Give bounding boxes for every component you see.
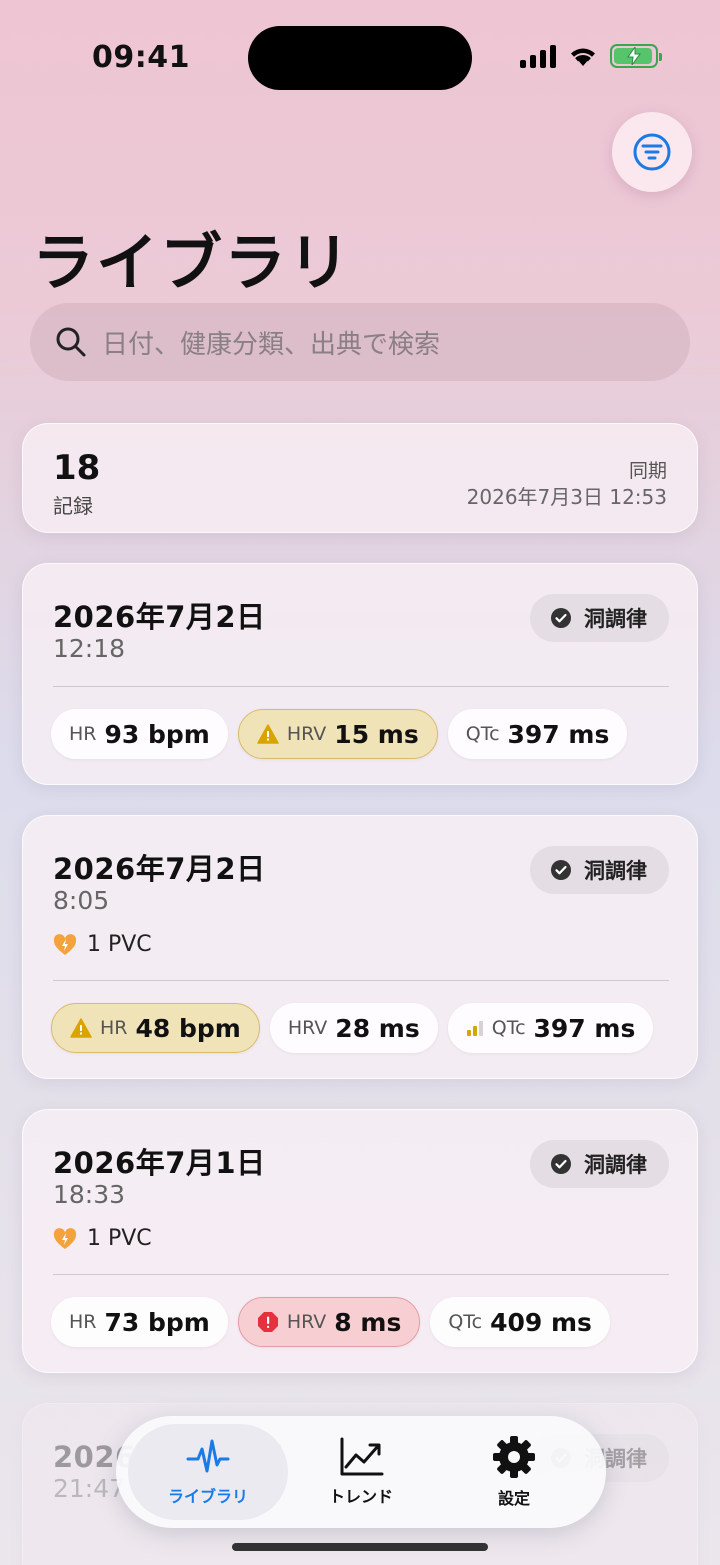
checkmark-circle-icon [551,608,571,628]
record-date: 2026年7月2日 [53,852,266,886]
wifi-icon [571,48,595,66]
chip-value: 8 ms [334,1307,402,1337]
divider [53,980,669,981]
hrv-chip: HRV 8 ms [237,1297,421,1347]
chart-line-icon [340,1437,384,1476]
metric-chips: HR 48 bpm HRV 28 ms QTc 397 ms [51,1003,654,1053]
tab-label: ライブラリ [167,1487,248,1506]
record-date: 2026年7月2日 [53,600,266,634]
chip-label: QTc [465,723,500,745]
status-time: 09:41 [92,40,190,75]
record-count: 18 [53,448,101,488]
hrv-chip: HRV 28 ms [269,1003,438,1053]
warning-triangle-icon [70,1018,92,1038]
sync-date: 2026年7月3日 12:53 [466,485,667,509]
record-time: 12:18 [53,634,126,663]
hrv-chip: HRV 15 ms [237,709,438,759]
dynamic-island [248,26,472,90]
divider [53,1274,669,1275]
summary-card: 18 記録 同期 2026年7月3日 12:53 [22,423,698,533]
status-icons [520,44,662,68]
waveform-icon [186,1439,230,1473]
search-icon [56,327,86,357]
chip-value: 28 ms [335,1013,420,1043]
record-card[interactable]: 2026年7月2日 8:05 洞調律 1 PVC HR 48 bpm HRV 2… [22,815,698,1079]
battery-charging-icon [610,44,662,68]
pvc-indicator: 1 PVC [53,1226,152,1251]
qtc-chip: QTc 397 ms [447,1003,654,1053]
metric-chips: HR 73 bpm HRV 8 ms QTc 409 ms [51,1297,610,1347]
pvc-indicator: 1 PVC [53,932,152,957]
record-time: 21:47 [53,1474,126,1503]
rhythm-label: 洞調律 [584,859,647,883]
heart-bolt-icon [53,1227,77,1249]
chip-value: 93 bpm [104,719,210,749]
chip-label: HR [69,723,97,745]
chip-value: 48 bpm [135,1013,241,1043]
tab-trend[interactable]: トレンド [281,1424,441,1520]
record-time: 18:33 [53,1180,126,1209]
alert-octagon-icon [257,1312,278,1332]
page-title: ライブラリ [32,226,353,299]
tab-settings[interactable]: 設定 [434,1424,594,1520]
hr-chip: HR 93 bpm [51,709,228,759]
chip-label: QTc [448,1311,483,1333]
tab-library[interactable]: ライブラリ [128,1424,288,1520]
filter-icon [633,133,671,171]
status-bar: 09:41 [0,0,720,110]
tab-bar: ライブラリ トレンド 設定 [116,1416,606,1528]
tab-label: トレンド [328,1487,393,1506]
checkmark-circle-icon [551,860,571,880]
divider [53,686,669,687]
qtc-chip: QTc 409 ms [430,1297,610,1347]
home-indicator [232,1543,488,1551]
chip-value: 397 ms [533,1013,636,1043]
chip-value: 73 bpm [104,1307,210,1337]
hr-chip: HR 73 bpm [51,1297,228,1347]
sync-label: 同期 [628,460,667,482]
checkmark-circle-icon [551,1154,571,1174]
qtc-chip: QTc 397 ms [447,709,628,759]
chip-label: HRV [287,1017,328,1039]
heart-bolt-icon [53,933,77,955]
search-placeholder: 日付、健康分類、出典で検索 [102,329,441,360]
chip-label: HR [100,1017,128,1039]
record-card[interactable]: 2026年7月2日 12:18 洞調律 HR 93 bpm HRV 15 ms … [22,563,698,785]
rhythm-badge: 洞調律 [530,594,669,642]
chip-label: HR [69,1311,97,1333]
record-date: 2026年7月1日 [53,1146,266,1180]
record-count-label: 記録 [53,494,93,518]
rhythm-badge: 洞調律 [530,1140,669,1188]
pvc-label: 1 PVC [87,932,152,957]
chip-label: QTc [491,1017,526,1039]
warning-triangle-icon [257,724,279,744]
filter-button[interactable] [612,112,692,192]
rhythm-badge: 洞調律 [530,846,669,894]
metric-chips: HR 93 bpm HRV 15 ms QTc 397 ms [51,709,628,759]
chip-label: HRV [286,1311,327,1333]
record-card[interactable]: 2026年7月1日 18:33 洞調律 1 PVC HR 73 bpm HRV … [22,1109,698,1373]
chip-value: 397 ms [507,719,610,749]
rhythm-label: 洞調律 [584,607,647,631]
chip-label: HRV [286,723,327,745]
tab-label: 設定 [497,1489,530,1508]
pvc-label: 1 PVC [87,1226,152,1251]
chip-value: 15 ms [334,719,419,749]
record-time: 8:05 [53,886,110,915]
hr-chip: HR 48 bpm [51,1003,260,1053]
cellular-signal-icon [520,44,556,68]
bar-level-icon [466,1021,483,1036]
chip-value: 409 ms [490,1307,592,1337]
rhythm-label: 洞調律 [584,1153,647,1177]
gear-icon [493,1436,535,1478]
search-field[interactable]: 日付、健康分類、出典で検索 [30,303,690,381]
